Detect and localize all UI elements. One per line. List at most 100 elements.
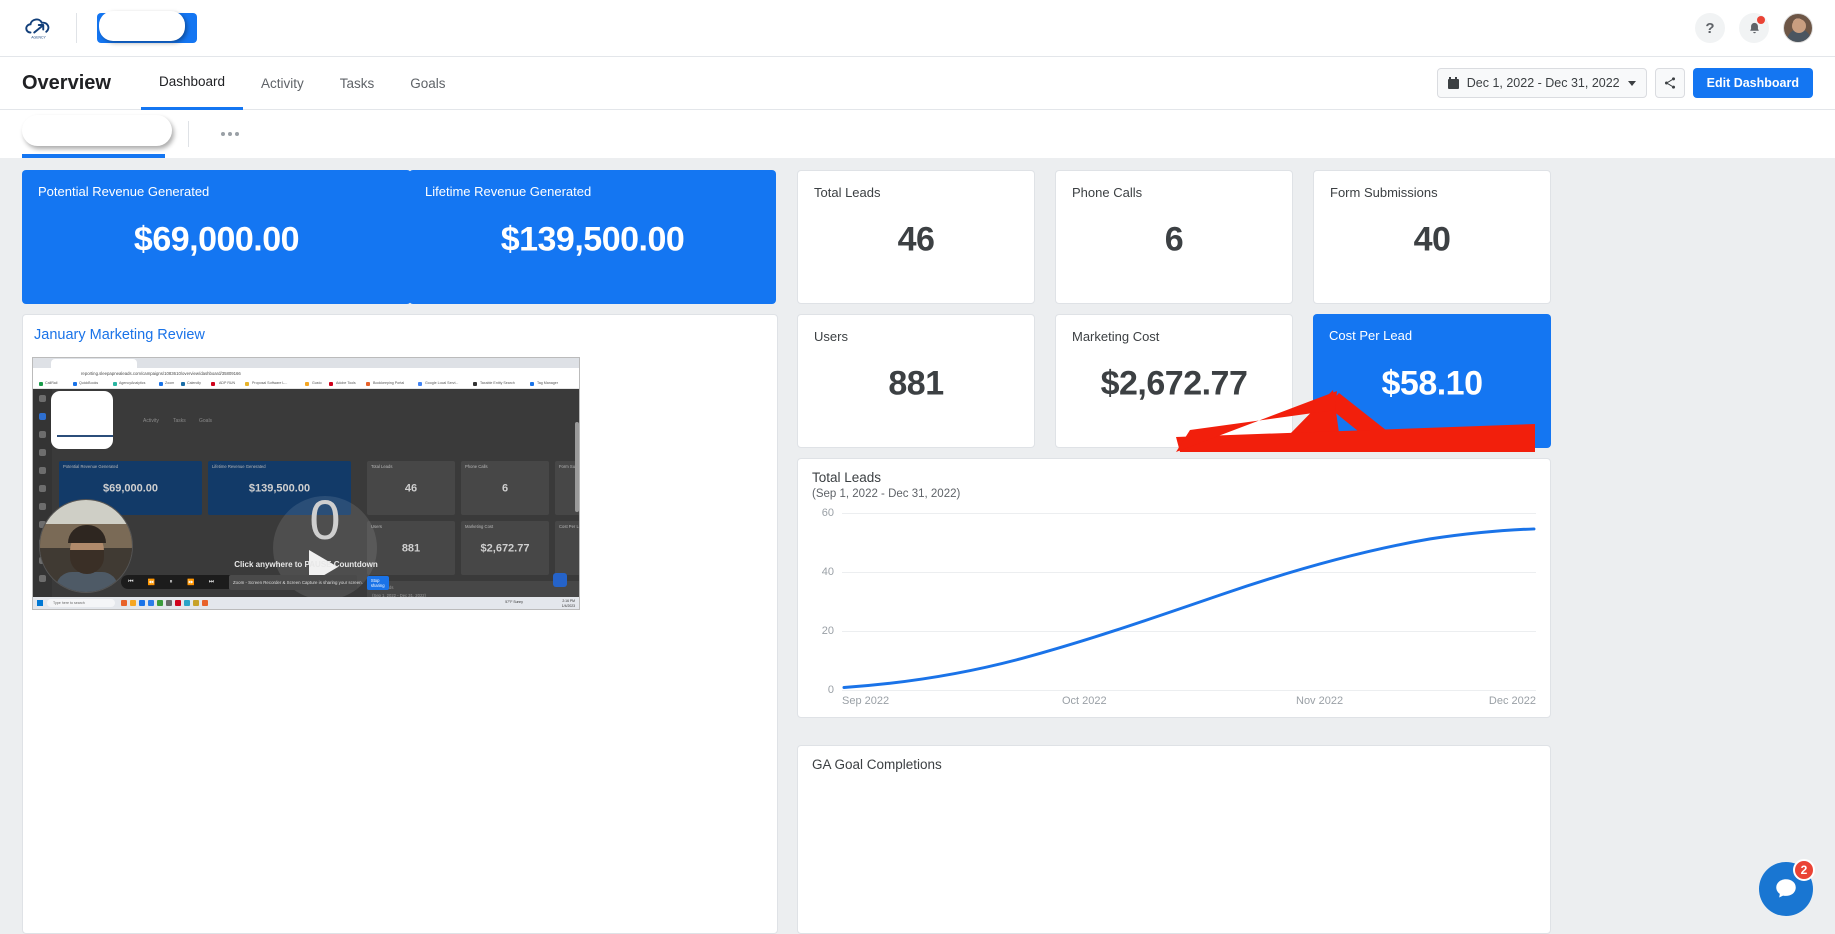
skip-forward-icon[interactable]: ⏭ — [209, 579, 214, 586]
tab-goals[interactable]: Goals — [392, 57, 463, 110]
thumbnail-kpi-value: $2,672.77 — [461, 543, 549, 555]
search-icon — [39, 431, 46, 438]
intercom-chat-button[interactable]: 2 — [1759, 862, 1813, 916]
kpi-card-lifetime-revenue[interactable]: Lifetime Revenue Generated $139,500.00 — [409, 170, 776, 304]
thumbnail-nav-tab: Activity — [143, 418, 159, 424]
notifications-button[interactable] — [1739, 13, 1769, 43]
thumbnail-kpi-value: $69,000.00 — [59, 483, 202, 495]
kpi-card-users[interactable]: Users 881 — [797, 314, 1035, 448]
x-axis-tick: Nov 2022 — [1296, 695, 1343, 707]
kpi-label: Marketing Cost — [1072, 329, 1159, 344]
share-button[interactable] — [1655, 68, 1685, 98]
thumbnail-url-text: reporting.sleepapnealeads.com/campaigns/… — [81, 371, 241, 376]
x-axis-tick: Dec 2022 — [1489, 695, 1536, 707]
bookmark-favicon-icon — [159, 382, 163, 386]
y-axis-tick: 20 — [812, 625, 834, 637]
tab-dashboard[interactable]: Dashboard — [141, 57, 243, 110]
kpi-value: $2,672.77 — [1056, 365, 1292, 404]
taskbar-app-icon — [202, 600, 208, 606]
taskbar-app-icon — [193, 600, 199, 606]
tab-activity[interactable]: Activity — [243, 57, 322, 110]
screen-share-notice: Zoom - Screen Recorder & Screen Capture … — [229, 575, 357, 590]
kpi-label: Total Leads — [814, 185, 881, 200]
thumbnail-nav-tab: Tasks — [173, 418, 186, 424]
chat-bubble-icon — [1773, 876, 1799, 902]
webcam-person-body — [56, 572, 118, 592]
thumbnail-kpi-value: 881 — [367, 543, 455, 555]
y-axis-tick: 60 — [812, 507, 834, 519]
taskbar-clock-time: 2:16 PM — [562, 599, 575, 603]
kpi-card-cost-per-lead[interactable]: Cost Per Lead $58.10 — [1313, 314, 1551, 448]
x-axis-tick: Oct 2022 — [1062, 695, 1107, 707]
avatar[interactable] — [1783, 13, 1813, 43]
taskbar-app-icon — [148, 600, 154, 606]
top-bar-actions: ? — [1695, 13, 1835, 43]
bookmark-favicon-icon — [473, 382, 477, 386]
bookmark-favicon-icon — [530, 382, 534, 386]
header-tabs: Dashboard Activity Tasks Goals — [141, 57, 464, 110]
ellipsis-icon — [221, 132, 225, 136]
kpi-value: $69,000.00 — [22, 221, 411, 260]
thumbnail-kpi-label: Total Leads — [371, 464, 392, 469]
kpi-card-form-submissions[interactable]: Form Submissions 40 — [1313, 170, 1551, 304]
more-options-button[interactable] — [215, 126, 245, 142]
cloud-arrow-logo-icon: AGENCY — [23, 16, 53, 40]
chevron-down-icon — [1628, 81, 1636, 86]
kpi-card-potential-revenue[interactable]: Potential Revenue Generated $69,000.00 — [22, 170, 411, 304]
thumbnail-kpi-label: Phone Calls — [465, 464, 488, 469]
video-widget-title[interactable]: January Marketing Review — [34, 327, 205, 343]
kpi-card-marketing-cost[interactable]: Marketing Cost $2,672.77 — [1055, 314, 1293, 448]
thumbnail-kpi-value: $58.10 — [555, 543, 580, 555]
video-thumbnail[interactable]: reporting.sleepapnealeads.com/campaigns/… — [32, 357, 580, 610]
total-leads-chart-card[interactable]: Total Leads (Sep 1, 2022 - Dec 31, 2022)… — [797, 458, 1551, 718]
subtab-active[interactable] — [22, 110, 162, 158]
taskbar-search-box: Type here to search — [47, 599, 115, 607]
kpi-value: 40 — [1314, 221, 1550, 260]
kpi-label: Potential Revenue Generated — [38, 184, 209, 199]
subtab-divider — [188, 121, 189, 147]
stop-sharing-button[interactable]: Stop sharing — [367, 576, 389, 590]
date-range-picker[interactable]: Dec 1, 2022 - Dec 31, 2022 — [1437, 68, 1647, 98]
account-selector-button[interactable] — [97, 13, 197, 43]
tab-tasks[interactable]: Tasks — [322, 57, 393, 110]
kpi-label: Form Submissions — [1330, 185, 1438, 200]
help-button[interactable]: ? — [1695, 13, 1725, 43]
rewind-icon[interactable]: ⏪ — [148, 579, 155, 586]
chart-icon — [39, 485, 46, 492]
bookmark-favicon-icon — [245, 382, 249, 386]
app-logo[interactable]: AGENCY — [0, 16, 76, 40]
skip-back-icon[interactable]: ⏮ — [128, 579, 133, 586]
thumbnail-nav-tab: Goals — [199, 418, 212, 424]
kpi-card-phone-calls[interactable]: Phone Calls 6 — [1055, 170, 1293, 304]
thumbnail-kpi-label: Marketing Cost — [465, 524, 493, 529]
thumbnail-kpi: Phone Calls 6 — [461, 461, 549, 515]
taskbar-app-icon — [121, 600, 127, 606]
thumbnail-kpi-label: Potential Revenue Generated — [63, 464, 118, 469]
edit-dashboard-button[interactable]: Edit Dashboard — [1693, 68, 1813, 98]
intercom-unread-badge: 2 — [1793, 859, 1815, 881]
thumbnail-kpi-label: Lifetime Revenue Generated — [212, 464, 266, 469]
tag-icon — [39, 467, 46, 474]
bookmark-favicon-icon — [39, 382, 43, 386]
help-icon: ? — [1705, 20, 1714, 37]
forward-icon[interactable]: ⏩ — [187, 579, 194, 586]
notification-badge — [1757, 16, 1765, 24]
video-widget-card[interactable]: January Marketing Review reporting.sleep… — [22, 314, 778, 934]
bookmark-item: Bookkeeping Portal — [373, 381, 404, 385]
taskbar-app-icon — [175, 600, 181, 606]
webcam-bubble — [39, 499, 133, 593]
redaction-overlay-thumbnail — [51, 391, 113, 449]
pause-icon[interactable]: ⏸ — [170, 579, 173, 586]
bookmark-item: AgencyAnalytics — [119, 381, 145, 385]
bookmark-favicon-icon — [113, 382, 117, 386]
kpi-card-total-leads[interactable]: Total Leads 46 — [797, 170, 1035, 304]
kpi-label: Users — [814, 329, 848, 344]
countdown-value: 0 — [273, 492, 377, 548]
taskbar-weather: 57°F Sunny — [505, 600, 523, 604]
ga-goal-completions-title: GA Goal Completions — [812, 757, 942, 772]
ga-goal-completions-card[interactable]: GA Goal Completions — [797, 745, 1551, 934]
bookmark-item: CallRail — [45, 381, 57, 385]
chart-line-series — [842, 507, 1536, 689]
video-player-controls[interactable]: ⏮ ⏪ ⏸ ⏩ ⏭ ⚙ — [121, 575, 241, 589]
chart-subtitle: (Sep 1, 2022 - Dec 31, 2022) — [812, 488, 960, 500]
